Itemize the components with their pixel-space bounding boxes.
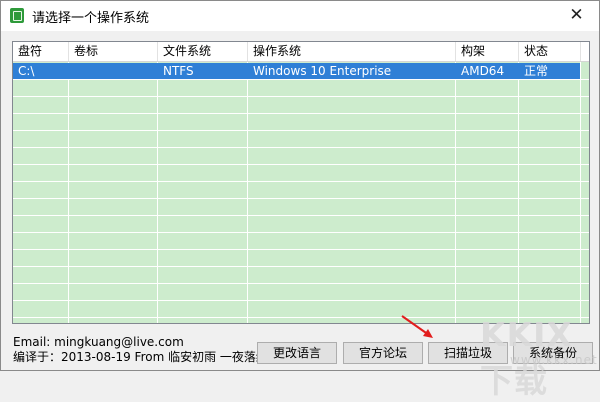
table-row[interactable]: C:\ NTFS Windows 10 Enterprise AMD64 正常 (13, 63, 580, 79)
close-icon[interactable]: ✕ (554, 1, 599, 31)
column-header-status[interactable]: 状态 (519, 42, 581, 61)
column-header-label[interactable]: 卷标 (69, 42, 158, 61)
window-title: 请选择一个操作系统 (32, 11, 150, 26)
forum-button[interactable]: 官方论坛 (343, 342, 423, 364)
title-bar: 请选择一个操作系统 ✕ (1, 1, 599, 31)
email-text: Email: mingkuang@live.com (13, 335, 184, 349)
grid-lines (13, 42, 589, 323)
cell-label (69, 63, 158, 79)
table-header: 盘符 卷标 文件系统 操作系统 构架 状态 (13, 42, 589, 62)
dialog-window: 请选择一个操作系统 ✕ 盘符 卷标 文件系统 操作系统 构架 状态 C:\ NT… (0, 0, 600, 400)
cell-os: Windows 10 Enterprise (253, 64, 392, 78)
cell-drive: C:\ (18, 64, 35, 78)
column-header-filesystem[interactable]: 文件系统 (158, 42, 248, 61)
watermark-logo: KKIX下载 www.kkx.net (480, 315, 598, 400)
credits: Email: mingkuang@live.com 编译于：2013-08-19… (13, 335, 268, 365)
app-icon (10, 8, 24, 23)
change-language-button[interactable]: 更改语言 (257, 342, 337, 364)
watermark-url: www.kkx.net (510, 353, 598, 367)
translator-text: 编译于：2013-08-19 From 临安初雨 一夜落红 (13, 350, 268, 364)
cell-filesystem: NTFS (163, 64, 194, 78)
cell-arch: AMD64 (461, 64, 505, 78)
column-header-arch[interactable]: 构架 (456, 42, 519, 61)
red-arrow-icon (401, 315, 433, 338)
os-list[interactable]: 盘符 卷标 文件系统 操作系统 构架 状态 C:\ NTFS Windows 1… (12, 41, 590, 324)
cell-status: 正常 (524, 64, 549, 78)
column-header-os[interactable]: 操作系统 (248, 42, 456, 61)
column-header-drive[interactable]: 盘符 (13, 42, 69, 61)
